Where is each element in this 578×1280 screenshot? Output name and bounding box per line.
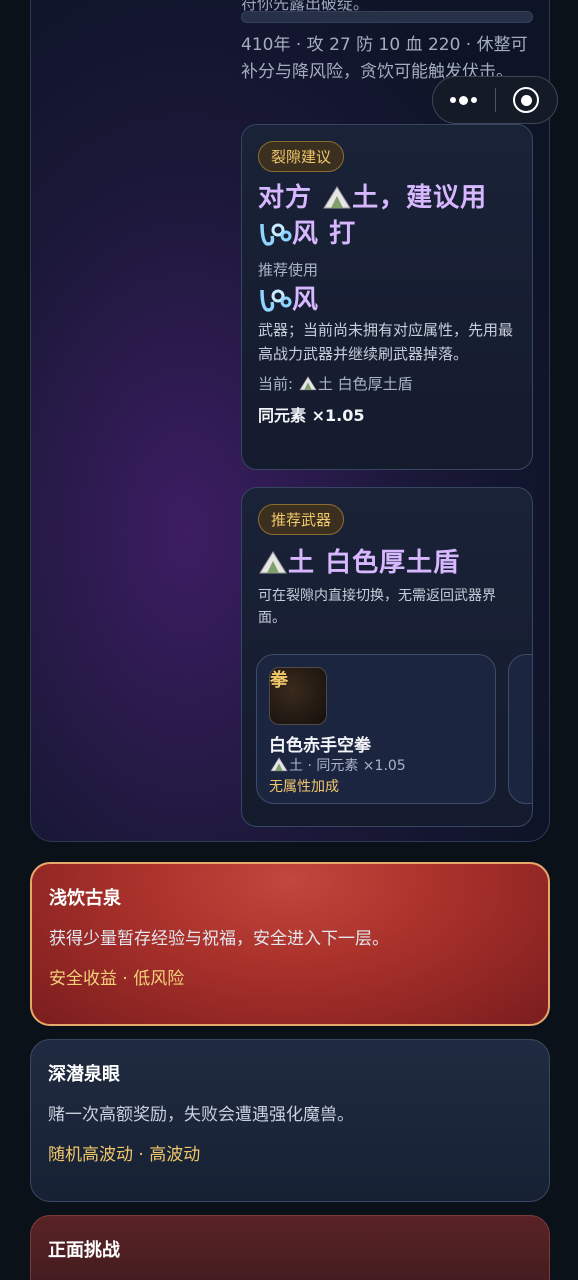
target-circle-icon [513, 87, 540, 113]
earth-mountain-icon [259, 551, 287, 574]
weapon-thumbnail: 拳 [269, 667, 327, 725]
weapon-note: 可在裂隙内直接切换，无需返回武器界面。 [258, 588, 496, 626]
use-element: 风 [292, 219, 320, 249]
headline-action: 打 [329, 219, 357, 249]
wind-swirl-icon [260, 289, 292, 312]
headline-mid: ，建议用 [379, 183, 488, 213]
weapon-option-card-next[interactable] [508, 654, 532, 804]
route-desc: 获得少量暂存经验与祝福，安全进入下一层。 [49, 929, 389, 949]
mini-program-capsule [432, 76, 558, 124]
suggestion-badge: 裂隙建议 [258, 141, 345, 172]
weapon-name: 白色厚土盾 [325, 548, 461, 578]
route-tags: 安全收益 · 低风险 [49, 969, 185, 989]
route-title: 浅饮古泉 [49, 888, 121, 909]
weapon-option-card[interactable]: 拳 白色赤手空拳 土 · 同元素 ×1.05 无属性加成 [256, 654, 496, 804]
recommended-weapon-card: 推荐武器 土 白色厚土盾 可在裂隙内直接切换，无需返回武器界面。 拳 白色赤手空… [241, 487, 533, 827]
weapon-option-name: 白色赤手空拳 [269, 736, 371, 756]
close-button[interactable] [495, 77, 557, 123]
suggestion-note: 武器；当前尚未拥有对应属性，先用最高战力武器并继续刷武器掉落。 [258, 321, 514, 363]
route-option-shallow-drink[interactable]: 浅饮古泉 获得少量暂存经验与祝福，安全进入下一层。 安全收益 · 低风险 [30, 862, 550, 1026]
wind-swirl-icon [260, 223, 292, 246]
headline-prefix: 对方 [258, 183, 313, 213]
current-prefix: 当前: [258, 375, 294, 393]
recommend-element-line: 风 [258, 282, 516, 318]
progress-bar [241, 11, 533, 23]
route-desc: 赌一次高额奖励，失败会遭遇强化魔兽。 [48, 1105, 354, 1125]
multiplier-text: 同元素 ×1.05 [258, 406, 365, 425]
recommend-element: 风 [292, 285, 320, 315]
recommend-label: 推荐使用 [258, 261, 319, 279]
route-option-deep-dive[interactable]: 深潜泉眼 赌一次高额奖励，失败会遭遇强化魔兽。 随机高波动 · 高波动 [30, 1039, 550, 1202]
weapon-type-tag: 拳 [270, 670, 288, 691]
weapon-option-element: 土 [289, 758, 303, 774]
weapon-option-sub: · 同元素 ×1.05 [307, 758, 406, 774]
current-weapon-line: 当前: 土 白色厚土盾 [258, 372, 516, 396]
earth-mountain-icon [323, 186, 351, 209]
weapon-option-bonus: 无属性加成 [269, 779, 339, 795]
suggestion-headline: 对方 土，建议用 风 打 [258, 180, 516, 252]
weapon-element: 土 [288, 548, 316, 578]
route-option-head-on[interactable]: 正面挑战 [30, 1215, 550, 1280]
route-title: 深潜泉眼 [48, 1064, 120, 1085]
current-element: 土 [317, 375, 333, 393]
weapon-badge: 推荐武器 [258, 504, 345, 535]
weapon-headline: 土 白色厚土盾 [258, 545, 516, 581]
route-tags: 随机高波动 · 高波动 [48, 1145, 201, 1165]
enemy-element: 土 [352, 183, 380, 213]
current-weapon: 白色厚土盾 [337, 375, 413, 393]
more-button[interactable] [433, 77, 495, 123]
more-dots-icon [450, 95, 478, 105]
weapon-option-meta: 土 · 同元素 ×1.05 [269, 756, 483, 776]
earth-mountain-icon [299, 376, 317, 391]
route-title: 正面挑战 [48, 1240, 120, 1261]
rift-suggestion-card: 裂隙建议 对方 土，建议用 风 打 推荐使用 风 武器；当前尚未拥有对应属性，先… [241, 124, 533, 470]
earth-mountain-icon [270, 757, 288, 772]
